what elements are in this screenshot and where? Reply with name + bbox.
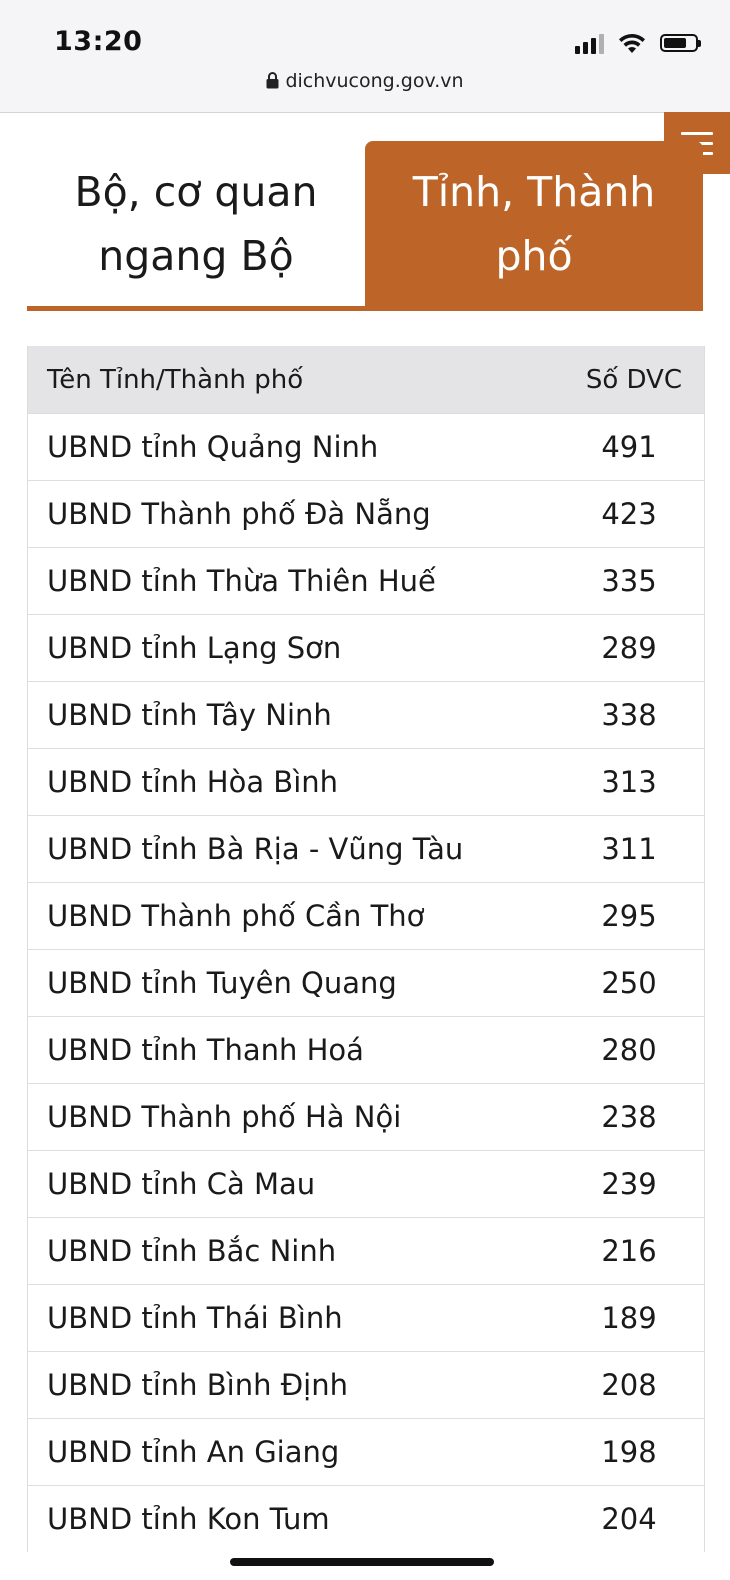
status-bar: 13:20 dichvucong.gov.vn [0,0,730,113]
service-count: 239 [601,1167,657,1201]
service-count: 216 [601,1234,657,1268]
service-count: 189 [601,1301,657,1335]
url-text: dichvucong.gov.vn [285,70,464,92]
table-row[interactable]: UBND tỉnh Bắc Ninh 216 [28,1217,704,1284]
service-count: 338 [601,698,657,732]
service-count: 198 [601,1435,657,1469]
tab-provinces-line2: phố [495,231,573,280]
table-row[interactable]: UBND Thành phố Đà Nẵng 423 [28,480,704,547]
province-name: UBND tỉnh Quảng Ninh [47,430,379,464]
service-count: 423 [601,497,657,531]
table-header: Tên Tỉnh/Thành phố Số DVC [28,346,704,413]
province-name: UBND tỉnh Bà Rịa - Vũng Tàu [47,832,464,866]
column-header-count[interactable]: Số DVC [554,365,704,395]
province-name: UBND tỉnh Bình Định [47,1368,348,1402]
tab-provinces[interactable]: Tỉnh, Thành phố [365,141,703,306]
province-name: UBND Thành phố Đà Nẵng [47,497,431,531]
service-count: 313 [601,765,657,799]
province-name: UBND tỉnh Bắc Ninh [47,1234,337,1268]
tab-provinces-line1: Tỉnh, Thành [412,167,656,216]
province-name: UBND tỉnh Hòa Bình [47,765,339,799]
service-count: 335 [601,564,657,598]
province-name: UBND tỉnh Lạng Sơn [47,631,342,665]
province-name: UBND tỉnh Thanh Hoá [47,1033,364,1067]
province-name: UBND tỉnh Thái Bình [47,1301,343,1335]
column-header-name[interactable]: Tên Tỉnh/Thành phố [28,365,554,395]
service-count: 491 [601,430,657,464]
service-count: 295 [601,899,657,933]
table-row[interactable]: UBND tỉnh Thanh Hoá 280 [28,1016,704,1083]
tab-ministries[interactable]: Bộ, cơ quan ngang Bộ [27,141,365,306]
category-tabs: Bộ, cơ quan ngang Bộ Tỉnh, Thành phố [27,141,703,311]
service-count: 238 [601,1100,657,1134]
tab-ministries-line1: Bộ, cơ quan [74,167,318,216]
service-count: 208 [601,1368,657,1402]
province-name: UBND tỉnh Tây Ninh [47,698,332,732]
table-row[interactable]: UBND Thành phố Hà Nội 238 [28,1083,704,1150]
province-name: UBND tỉnh Cà Mau [47,1167,316,1201]
province-service-table: Tên Tỉnh/Thành phố Số DVC UBND tỉnh Quản… [27,346,705,1552]
table-row[interactable]: UBND Thành phố Cần Thơ 295 [28,882,704,949]
wifi-icon [619,33,645,53]
province-name: UBND Thành phố Cần Thơ [47,899,425,933]
table-row[interactable]: UBND tỉnh Bà Rịa - Vũng Tàu 311 [28,815,704,882]
service-count: 250 [601,966,657,1000]
tab-ministries-line2: ngang Bộ [98,231,294,280]
table-row[interactable]: UBND tỉnh Lạng Sơn 289 [28,614,704,681]
service-count: 289 [601,631,657,665]
service-count: 204 [601,1502,657,1536]
service-count: 311 [601,832,657,866]
status-time: 13:20 [54,26,143,57]
province-name: UBND tỉnh Tuyên Quang [47,966,397,1000]
province-name: UBND Thành phố Hà Nội [47,1100,402,1134]
table-row[interactable]: UBND tỉnh Cà Mau 239 [28,1150,704,1217]
province-name: UBND tỉnh Thừa Thiên Huế [47,564,436,598]
lock-icon [266,72,279,89]
service-count: 280 [601,1033,657,1067]
address-bar[interactable]: dichvucong.gov.vn [0,70,730,92]
table-row[interactable]: UBND tỉnh Hòa Bình 313 [28,748,704,815]
home-indicator[interactable] [230,1558,494,1566]
table-row[interactable]: UBND tỉnh Thừa Thiên Huế 335 [28,547,704,614]
cellular-signal-icon [575,32,604,54]
table-row[interactable]: UBND tỉnh Thái Bình 189 [28,1284,704,1351]
table-row[interactable]: UBND tỉnh Quảng Ninh 491 [28,413,704,480]
table-row[interactable]: UBND tỉnh An Giang 198 [28,1418,704,1485]
table-row[interactable]: UBND tỉnh Tuyên Quang 250 [28,949,704,1016]
table-row[interactable]: UBND tỉnh Bình Định 208 [28,1351,704,1418]
table-row[interactable]: UBND tỉnh Kon Tum 204 [28,1485,704,1552]
province-name: UBND tỉnh An Giang [47,1435,340,1469]
province-name: UBND tỉnh Kon Tum [47,1502,330,1536]
table-row[interactable]: UBND tỉnh Tây Ninh 338 [28,681,704,748]
status-icons [575,32,701,54]
battery-icon [660,34,701,52]
table-body: UBND tỉnh Quảng Ninh 491 UBND Thành phố Đà… [28,413,704,1552]
